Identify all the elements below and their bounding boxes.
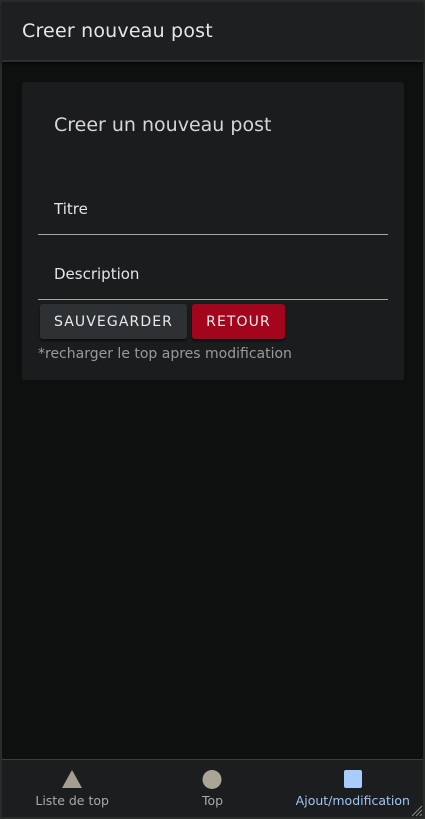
- title-field[interactable]: [38, 184, 388, 235]
- circle-icon: [202, 770, 222, 789]
- form-heading: Creer un nouveau post: [54, 114, 272, 136]
- nav-label: Ajout/modification: [295, 793, 410, 808]
- save-button[interactable]: SAUVEGARDER: [40, 304, 187, 339]
- app-window: Creer nouveau post Creer un nouveau post…: [0, 0, 425, 819]
- reload-note: *recharger le top apres modification: [38, 346, 292, 362]
- resize-grip-icon[interactable]: [411, 805, 423, 817]
- description-input[interactable]: [38, 249, 388, 299]
- description-field[interactable]: [38, 249, 388, 300]
- nav-item-liste-de-top[interactable]: Liste de top: [2, 760, 142, 817]
- create-post-card: Creer un nouveau post SAUVEGARDER RETOUR…: [22, 82, 404, 380]
- nav-item-ajout-modification[interactable]: Ajout/modification: [283, 760, 423, 817]
- square-icon: [343, 770, 362, 788]
- nav-label: Liste de top: [35, 793, 109, 808]
- back-button[interactable]: RETOUR: [192, 304, 285, 339]
- triangle-icon: [62, 770, 83, 788]
- title-input[interactable]: [38, 184, 388, 234]
- nav-item-top[interactable]: Top: [142, 760, 282, 817]
- app-bar: Creer nouveau post: [2, 2, 423, 62]
- bottom-navigation: Liste de top Top Ajout/modification: [2, 759, 423, 817]
- nav-label: Top: [201, 793, 224, 808]
- page-title: Creer nouveau post: [22, 20, 213, 42]
